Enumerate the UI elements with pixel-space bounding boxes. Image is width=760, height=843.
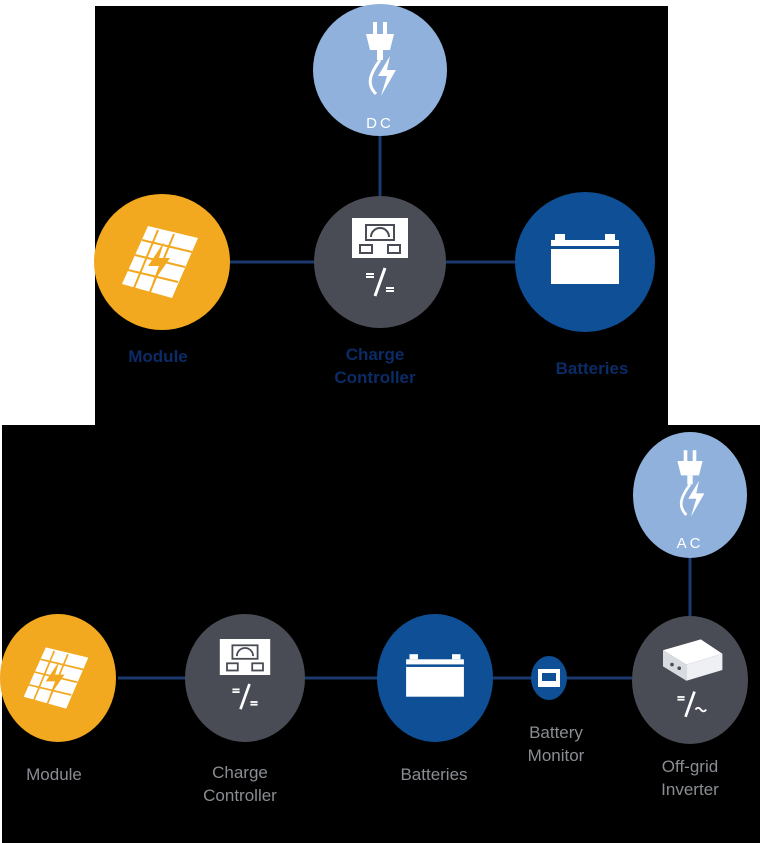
- ac-module-label: Module: [26, 765, 82, 784]
- ac-controller-label-line2: Controller: [203, 785, 277, 805]
- dc-module-node: [94, 194, 230, 330]
- dc-controller-label-line1: Charge: [345, 345, 405, 364]
- ac-monitor-node: [531, 656, 567, 700]
- ac-controller-node: [185, 614, 305, 742]
- ac-inverter-label-line2: Inverter: [661, 779, 719, 799]
- dc-controller-label-line2: Controller: [334, 367, 416, 387]
- ac-monitor-label-line2: Monitor: [527, 745, 585, 765]
- battery-icon: [551, 234, 619, 284]
- ac-batteries-node: [377, 614, 493, 742]
- battery-monitor-icon: [538, 669, 560, 687]
- ac-batteries-label: Batteries: [400, 765, 468, 784]
- ac-controller-label: Charge Controller: [203, 762, 277, 808]
- dc-plug-node: DC: [313, 4, 447, 136]
- ac-module-node: [0, 614, 116, 742]
- system-diagram: DC AC: [0, 4, 748, 744]
- battery-icon: [406, 654, 464, 697]
- ac-monitor-label-line1: Battery: [529, 723, 583, 742]
- dc-controller-label: Charge Controller: [334, 344, 415, 390]
- dc-plug-text: DC: [366, 115, 394, 132]
- ac-plug-text: AC: [677, 535, 704, 552]
- ac-plug-node: AC: [633, 432, 747, 558]
- dc-module-label: Module: [128, 347, 188, 366]
- ac-monitor-label: Battery Monitor: [528, 722, 585, 768]
- dc-batteries-label: Batteries: [555, 359, 629, 378]
- dc-batteries-node: [515, 192, 655, 332]
- ac-inverter-label-line1: Off-grid: [661, 757, 719, 776]
- dc-controller-node: [314, 196, 446, 328]
- ac-inverter-node: [632, 616, 748, 744]
- ac-inverter-label: Off-grid Inverter: [661, 756, 719, 802]
- ac-controller-label-line1: Charge: [212, 763, 268, 782]
